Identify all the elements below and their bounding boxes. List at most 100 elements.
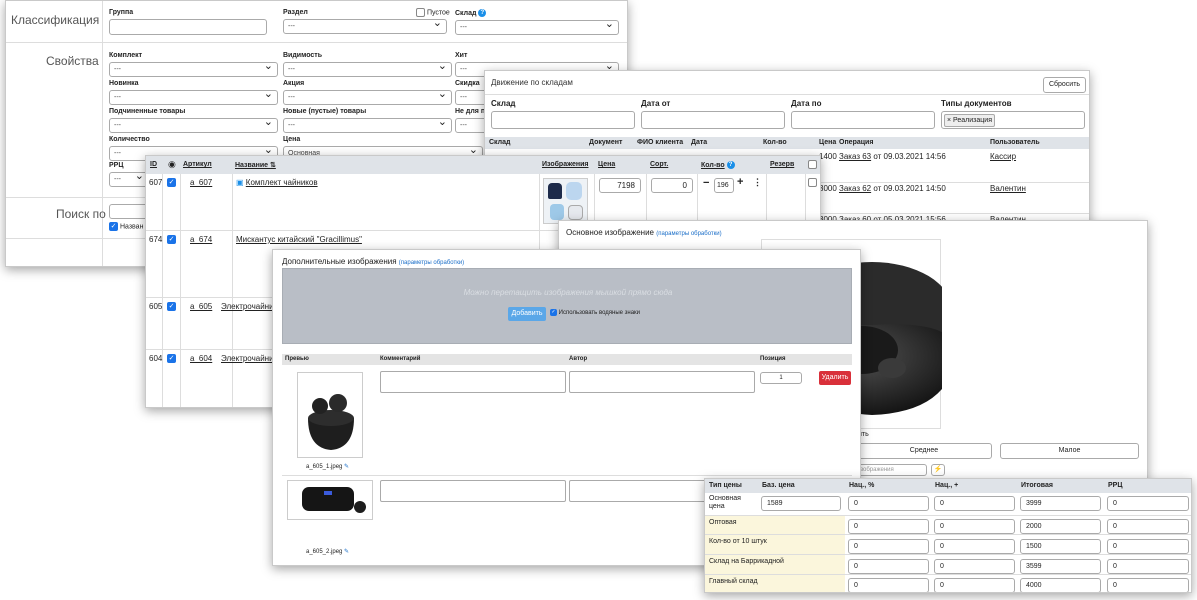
size-small-button[interactable]: Малое	[1000, 443, 1139, 459]
warehouse-filter-input[interactable]	[491, 111, 635, 129]
image-preview[interactable]	[297, 372, 363, 458]
doc-type-tag[interactable]: × Реализация	[944, 114, 995, 127]
image-preview[interactable]	[287, 480, 373, 520]
help-icon[interactable]: ?	[726, 161, 735, 169]
qty-input[interactable]: 196	[714, 178, 734, 193]
comment-textarea[interactable]	[380, 480, 566, 502]
col-images[interactable]: Изображения	[542, 161, 588, 168]
product-thumbnail[interactable]	[543, 178, 588, 224]
reset-button[interactable]: Сбросить	[1043, 77, 1086, 93]
row-name[interactable]: ▣ Комплект чайников	[236, 178, 318, 187]
check-icon[interactable]: ✓	[550, 309, 557, 316]
markup-pct-input[interactable]: 0	[848, 539, 929, 554]
markup-pct-input[interactable]: 0	[848, 496, 929, 511]
visible-checkbox[interactable]: ✓	[167, 235, 176, 244]
sort-input[interactable]: 0	[651, 178, 693, 193]
row-article[interactable]: a_607	[190, 178, 212, 187]
order-link[interactable]: Заказ 63	[839, 152, 871, 161]
col-sort[interactable]: Сорт.	[650, 161, 668, 168]
rrp-input[interactable]: 0	[1107, 539, 1189, 554]
final-price-input[interactable]: 1500	[1020, 539, 1101, 554]
row-checkbox[interactable]	[808, 178, 817, 187]
markup-abs-input[interactable]: 0	[934, 559, 1015, 574]
pencil-icon[interactable]: ✎	[344, 549, 349, 555]
search-name-toggle[interactable]: ✓ Назван	[109, 222, 143, 231]
final-price-input[interactable]: 2000	[1020, 519, 1101, 534]
extra-images-params-link[interactable]: (параметры обработки)	[399, 260, 464, 266]
empty-toggle[interactable]: Пустое	[416, 8, 450, 17]
check-icon[interactable]: ✓	[109, 222, 118, 231]
add-image-button[interactable]: Добавить	[508, 307, 546, 321]
row-name-link[interactable]: Мискантус китайский "Gracillimus"	[236, 235, 362, 244]
row-article[interactable]: a_604	[190, 354, 212, 363]
visible-checkbox[interactable]: ✓	[167, 178, 176, 187]
date-to-input[interactable]	[791, 111, 935, 129]
visible-checkbox[interactable]: ✓	[167, 302, 176, 311]
group-input[interactable]	[109, 19, 267, 35]
comment-textarea[interactable]	[380, 371, 566, 393]
price-input[interactable]: 7198	[599, 178, 641, 193]
final-price-input[interactable]: 4000	[1020, 578, 1101, 592]
col-qty[interactable]: Кол-во ?	[701, 161, 735, 169]
main-image-params-link[interactable]: (параметры обработки)	[656, 231, 721, 237]
new-empty-select[interactable]: ---	[283, 116, 452, 133]
markup-abs-input[interactable]: 0	[934, 519, 1015, 534]
markup-abs-input[interactable]: 0	[934, 539, 1015, 554]
visibility-select[interactable]: ---	[283, 60, 452, 77]
child-select[interactable]: ---	[109, 116, 278, 133]
more-icon[interactable]: ⋮	[753, 177, 762, 188]
section-select[interactable]: ---	[283, 17, 447, 34]
col-reserve[interactable]: Резерв	[770, 161, 794, 168]
rrp-input[interactable]: 0	[1107, 519, 1189, 534]
doc-types-input[interactable]: × Реализация	[941, 111, 1085, 129]
alt-input[interactable]: изображения	[851, 464, 927, 476]
watermark-toggle[interactable]: ✓ Использовать водяные знаки	[550, 309, 640, 316]
markup-abs-input[interactable]: 0	[934, 496, 1015, 511]
minus-button[interactable]: −	[703, 177, 709, 189]
base-price-input[interactable]: 1589	[761, 496, 841, 511]
rrp-select[interactable]: ---	[109, 170, 149, 187]
final-price-input[interactable]: 3599	[1020, 559, 1101, 574]
pencil-icon[interactable]: ✎	[344, 464, 349, 470]
position-input[interactable]: 1	[760, 372, 802, 384]
lightning-icon[interactable]: ⚡	[931, 464, 945, 476]
row-article[interactable]: a_674	[190, 235, 212, 244]
author-textarea[interactable]	[569, 371, 755, 393]
col-price[interactable]: Цена	[598, 161, 615, 168]
select-all-checkbox[interactable]	[808, 160, 817, 169]
row-name-link[interactable]: Электрочайник	[221, 354, 277, 363]
final-price-input[interactable]: 3999	[1020, 496, 1101, 511]
search-input[interactable]	[109, 204, 149, 219]
col-article[interactable]: Артикул	[183, 161, 212, 168]
row-name-link[interactable]: Электрочайник	[221, 302, 277, 311]
user-link[interactable]: Валентин	[990, 184, 1026, 193]
eye-icon[interactable]: ◉	[168, 159, 176, 170]
set-select[interactable]: ---	[109, 60, 278, 77]
drop-zone[interactable]: Можно перетащить изображения мышкой прям…	[282, 268, 852, 344]
markup-pct-input[interactable]: 0	[848, 578, 929, 592]
rrp-input[interactable]: 0	[1107, 496, 1189, 511]
rrp-input[interactable]: 0	[1107, 578, 1189, 592]
promo-select[interactable]: ---	[283, 88, 452, 105]
rrp-input[interactable]: 0	[1107, 559, 1189, 574]
col-id[interactable]: ID	[150, 161, 157, 168]
plus-button[interactable]: +	[737, 176, 743, 188]
order-link[interactable]: Заказ 62	[839, 184, 871, 193]
new-select[interactable]: ---	[109, 88, 278, 105]
user-link[interactable]: Кассир	[990, 152, 1016, 161]
delete-button[interactable]: Удалить	[819, 371, 851, 385]
markup-abs-input[interactable]: 0	[934, 578, 1015, 592]
col-qty-label[interactable]: Кол-во	[701, 162, 725, 169]
date-from-input[interactable]	[641, 111, 785, 129]
row-article[interactable]: a_605	[190, 302, 212, 311]
visible-checkbox[interactable]: ✓	[167, 354, 176, 363]
warehouse-select[interactable]: ---	[455, 18, 619, 35]
empty-checkbox[interactable]	[416, 8, 425, 17]
row-name-link[interactable]: Комплект чайников	[246, 178, 318, 187]
markup-pct-input[interactable]: 0	[848, 519, 929, 534]
col-name[interactable]: Название ⇅	[235, 161, 276, 169]
col-markup-abs: Нац., +	[935, 482, 959, 489]
size-medium-button[interactable]: Среднее	[856, 443, 992, 459]
markup-pct-input[interactable]: 0	[848, 559, 929, 574]
help-icon[interactable]: ?	[478, 9, 487, 17]
